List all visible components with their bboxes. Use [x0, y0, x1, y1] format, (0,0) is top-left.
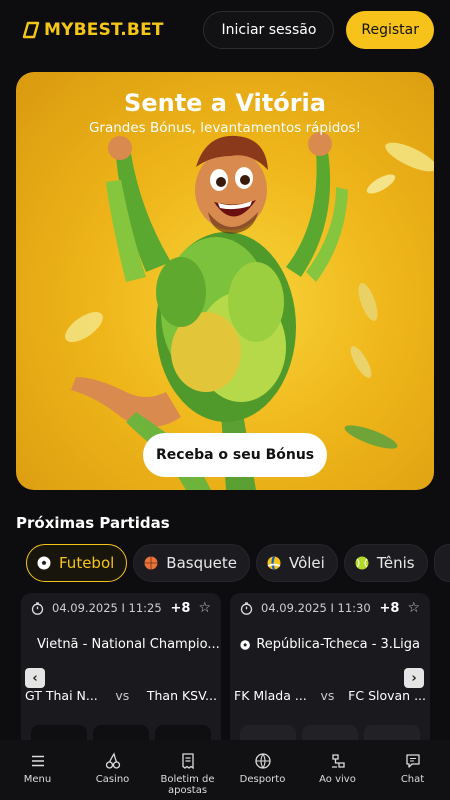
- sport-filter-bar: Futebol Basquete Vôlei Tênis: [26, 544, 450, 582]
- sport-chip-label: Basquete: [166, 554, 237, 572]
- sport-chip-futebol[interactable]: Futebol: [26, 544, 128, 582]
- more-markets-count[interactable]: +8: [170, 601, 190, 616]
- away-team: Than KSV...: [146, 688, 217, 703]
- nav-live[interactable]: Ao vivo: [303, 752, 373, 785]
- nav-chat[interactable]: Chat: [378, 752, 448, 785]
- nav-menu[interactable]: Menu: [3, 752, 73, 785]
- nav-label: Ao vivo: [319, 774, 356, 785]
- match-datetime: 04.09.2025 I 11:30: [261, 601, 371, 615]
- sport-chip-more[interactable]: [433, 544, 450, 582]
- menu-icon: [31, 755, 44, 767]
- sport-chip-basquete[interactable]: Basquete: [133, 544, 250, 582]
- sports-ball-icon: [254, 753, 271, 769]
- match-datetime: 04.09.2025 I 11:25: [52, 601, 162, 615]
- nav-label: Casino: [95, 774, 130, 785]
- nav-label: Desporto: [239, 774, 286, 785]
- carousel-next-button[interactable]: ›: [404, 668, 424, 688]
- versus-label: vs: [320, 688, 335, 703]
- favorite-star-icon[interactable]: ☆: [198, 600, 211, 616]
- stopwatch-icon: [31, 601, 44, 615]
- home-team: FK Mlada ...: [234, 688, 307, 703]
- upcoming-matches-title: Próximas Partidas: [16, 514, 170, 532]
- match-card[interactable]: 04.09.2025 I 11:30 +8 ☆ República-Tcheca…: [230, 593, 430, 753]
- nav-casino[interactable]: Casino: [78, 752, 148, 785]
- claim-bonus-button[interactable]: Receba o seu Bónus: [143, 433, 328, 477]
- soccer-ball-icon: [240, 639, 250, 650]
- register-button[interactable]: Registar: [346, 11, 434, 49]
- chevron-right-icon: ›: [411, 670, 417, 686]
- bottom-navigation: Menu Casino Boletim de apostas Desporto …: [0, 740, 450, 800]
- top-header: MYBEST.BET Iniciar sessão Registar: [0, 0, 450, 60]
- stopwatch-icon: [240, 601, 253, 615]
- carousel-prev-button[interactable]: ‹: [25, 668, 45, 688]
- receipt-icon: [181, 753, 194, 770]
- home-team: GT Thai N...: [25, 688, 98, 703]
- away-team: FC Slovan ...: [348, 688, 426, 703]
- nav-label: Chat: [400, 774, 425, 785]
- logo-mark-icon: [22, 21, 40, 39]
- match-card[interactable]: 04.09.2025 I 11:25 +8 ☆ Vietnã - Nationa…: [21, 593, 221, 753]
- banner-subtitle: Grandes Bónus, levantamentos rápidos!: [88, 120, 362, 136]
- more-markets-count[interactable]: +8: [379, 601, 399, 616]
- sport-chip-label: Futebol: [59, 554, 115, 572]
- nav-betslip[interactable]: Boletim de apostas: [153, 752, 223, 796]
- soccer-ball-icon: [37, 556, 51, 570]
- sport-chip-label: Tênis: [376, 554, 415, 572]
- sport-chip-volei[interactable]: Vôlei: [255, 544, 338, 582]
- chat-icon: [405, 754, 420, 768]
- banner-title: Sente a Vitória: [124, 89, 326, 117]
- volleyball-icon: [267, 556, 281, 570]
- nav-sports[interactable]: Desporto: [228, 752, 298, 785]
- chevron-left-icon: ‹: [32, 670, 38, 686]
- favorite-star-icon[interactable]: ☆: [407, 600, 420, 616]
- sport-chip-label: Vôlei: [288, 554, 325, 572]
- live-icon: [331, 754, 345, 768]
- logo-text: MYBEST.BET: [44, 20, 164, 40]
- tennis-ball-icon: [355, 556, 369, 570]
- login-button[interactable]: Iniciar sessão: [203, 11, 335, 49]
- nav-label: Menu: [23, 774, 52, 785]
- basketball-icon: [144, 556, 158, 570]
- league-name: Vietnã - National Champio...: [37, 637, 220, 652]
- versus-label: vs: [115, 688, 130, 703]
- promo-banner[interactable]: Sente a Vitória Grandes Bónus, levantame…: [16, 72, 434, 490]
- nav-label: Boletim de apostas: [160, 774, 215, 796]
- brand-logo[interactable]: MYBEST.BET: [22, 20, 164, 40]
- sport-chip-tenis[interactable]: Tênis: [343, 544, 428, 582]
- league-name: República-Tcheca - 3.Liga: [256, 637, 420, 652]
- cherries-icon: [105, 752, 120, 769]
